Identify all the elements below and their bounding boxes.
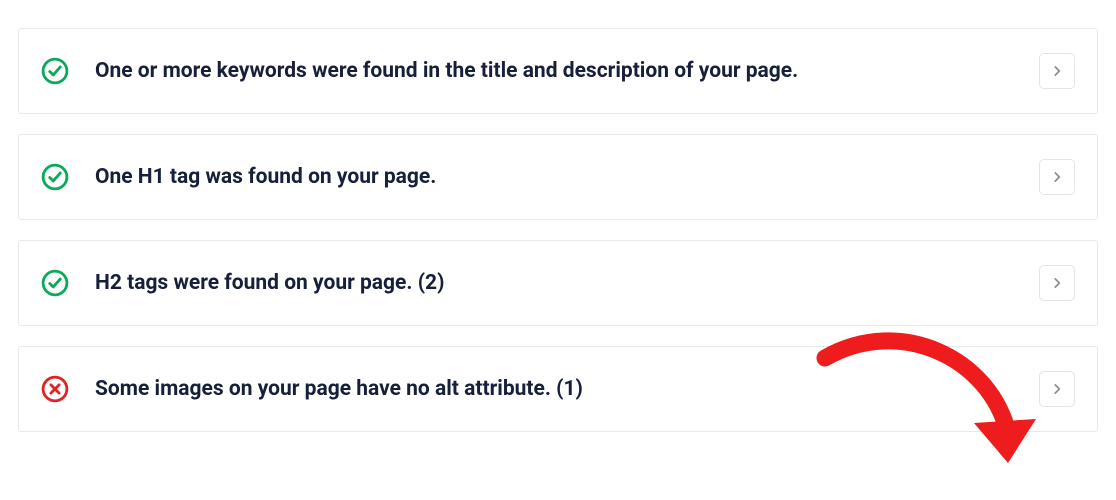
audit-item-text: One H1 tag was found on your page. (95, 163, 1023, 191)
audit-item: Some images on your page have no alt att… (18, 346, 1098, 432)
audit-item-list: One or more keywords were found in the t… (18, 28, 1098, 432)
chevron-right-icon (1050, 64, 1064, 78)
expand-button[interactable] (1039, 53, 1075, 89)
chevron-right-icon (1050, 382, 1064, 396)
x-circle-icon (41, 375, 69, 403)
check-circle-icon (41, 269, 69, 297)
audit-item: One H1 tag was found on your page. (18, 134, 1098, 220)
audit-item: H2 tags were found on your page. (2) (18, 240, 1098, 326)
expand-button[interactable] (1039, 265, 1075, 301)
audit-item-text: One or more keywords were found in the t… (95, 57, 1023, 85)
audit-item-text: H2 tags were found on your page. (2) (95, 269, 1023, 297)
check-circle-icon (41, 57, 69, 85)
audit-item-text: Some images on your page have no alt att… (95, 375, 1023, 403)
chevron-right-icon (1050, 276, 1064, 290)
expand-button[interactable] (1039, 159, 1075, 195)
audit-item: One or more keywords were found in the t… (18, 28, 1098, 114)
check-circle-icon (41, 163, 69, 191)
expand-button[interactable] (1039, 371, 1075, 407)
chevron-right-icon (1050, 170, 1064, 184)
